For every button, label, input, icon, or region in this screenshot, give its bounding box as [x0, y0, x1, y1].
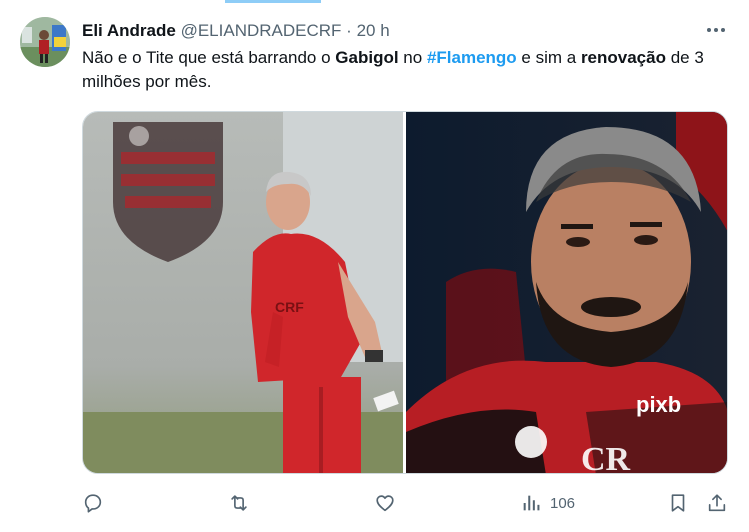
svg-text:CRF: CRF: [275, 299, 304, 315]
reply-icon: [84, 494, 102, 513]
tweet-card[interactable]: Eli Andrade @ELIANDRADECRF · 20 h Não e …: [0, 0, 749, 532]
tweet-text-segment: no: [398, 48, 427, 67]
views-button[interactable]: 106: [520, 488, 575, 518]
tweet-text: Não e o Tite que está barrando o Gabigol…: [82, 46, 732, 94]
avatar[interactable]: [20, 17, 70, 67]
retweet-button[interactable]: [228, 488, 250, 518]
reply-button[interactable]: [82, 488, 104, 518]
coach-photo: CRF: [83, 112, 403, 473]
mention-gabigol: Gabigol: [335, 48, 399, 67]
tweet-text-segment: Não e o Tite que está barrando o: [82, 48, 336, 67]
media-photo-left[interactable]: CRF: [83, 112, 403, 473]
player-photo: pixb CR: [406, 112, 727, 473]
avatar-image: [20, 17, 70, 67]
bookmark-icon: [671, 494, 685, 512]
share-button[interactable]: [706, 488, 728, 518]
like-button[interactable]: [374, 488, 396, 518]
views-icon: [523, 495, 540, 511]
media-photo-right[interactable]: pixb CR: [406, 112, 727, 473]
media-grid: CRF pixb CR: [82, 111, 728, 474]
action-bar: 106: [80, 488, 732, 518]
separator-dot: ·: [346, 21, 352, 40]
hashtag-link[interactable]: #Flamengo: [427, 48, 517, 67]
author-handle[interactable]: @ELIANDRADECRF: [181, 21, 342, 40]
tweet-text-segment: e sim a: [516, 48, 581, 67]
tweet-time[interactable]: 20 h: [357, 21, 390, 40]
retweet-icon: [231, 495, 247, 511]
views-count: 106: [550, 494, 576, 512]
bookmark-button[interactable]: [667, 488, 689, 518]
like-icon: [376, 495, 394, 512]
svg-text:pixb: pixb: [636, 392, 681, 417]
svg-text:CR: CR: [581, 441, 631, 473]
bold-renovacao: renovação: [580, 48, 666, 67]
author-name[interactable]: Eli Andrade: [82, 21, 176, 40]
more-icon: [707, 28, 725, 32]
share-icon: [708, 494, 726, 512]
top-accent-bar: [225, 0, 321, 3]
more-options-button[interactable]: [705, 19, 727, 41]
tweet-header: Eli Andrade @ELIANDRADECRF · 20 h: [82, 20, 390, 42]
